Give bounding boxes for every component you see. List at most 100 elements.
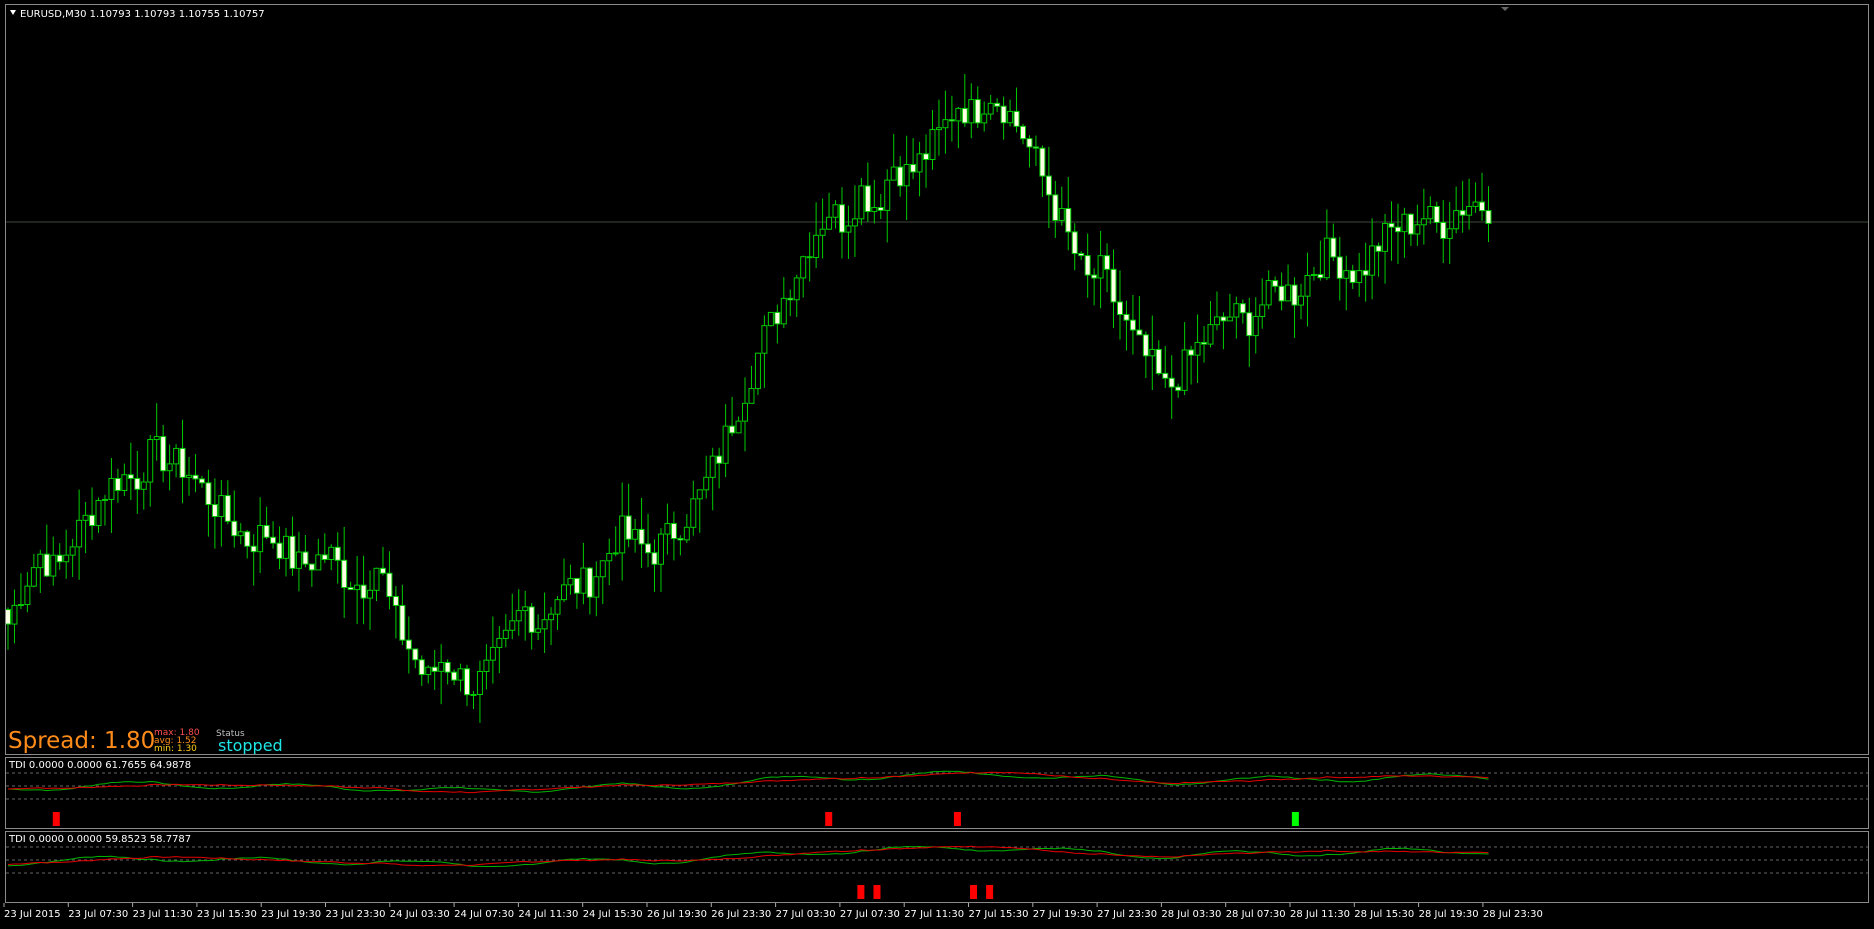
candle [994, 98, 1001, 113]
candle [496, 626, 503, 674]
candle [360, 555, 367, 625]
candle [405, 616, 412, 674]
tdi-indicator-pane-1[interactable]: TDI 0.0000 0.0000 61.7655 64.9878 [5, 757, 1869, 829]
candle [1265, 270, 1272, 310]
candle [218, 479, 225, 547]
candle [742, 377, 749, 452]
candle [263, 506, 270, 540]
time-tick-label: 24 Jul 11:30 [518, 909, 578, 920]
candle [632, 518, 639, 553]
time-tick-label: 28 Jul 23:30 [1483, 909, 1543, 920]
main-chart-pane[interactable]: EURUSD,M30 1.10793 1.10793 1.10755 1.107… [5, 4, 1869, 755]
candle [1084, 233, 1091, 298]
candle [1446, 201, 1453, 265]
candle [1020, 123, 1027, 145]
candle [800, 255, 807, 298]
candle [1356, 252, 1363, 297]
candle [761, 315, 768, 388]
candle [548, 607, 555, 645]
candle [354, 555, 361, 625]
candle [347, 581, 354, 591]
sell-signal-marker [953, 812, 961, 826]
candle [1336, 236, 1343, 301]
chart-title: EURUSD,M30 1.10793 1.10793 1.10755 1.107… [20, 9, 265, 20]
candle [709, 447, 716, 511]
candle [69, 538, 76, 577]
candle [826, 192, 833, 230]
candle [1433, 201, 1440, 233]
candle [276, 526, 283, 570]
candle [1013, 87, 1020, 133]
tdi-chart-2[interactable]: TDI 0.0000 0.0000 59.8523 58.7787 [6, 832, 1869, 903]
tdi-signal-line [7, 771, 1489, 794]
candle [121, 463, 128, 497]
candle [1246, 297, 1253, 367]
candle [502, 614, 509, 648]
candle [24, 572, 31, 613]
candle [1453, 186, 1460, 234]
tdi-chart-1[interactable]: TDI 0.0000 0.0000 61.7655 64.9878 [6, 758, 1869, 829]
candle [1201, 326, 1208, 363]
candle [211, 478, 218, 549]
candle [916, 141, 923, 197]
candle [1181, 322, 1188, 396]
candle [153, 403, 160, 461]
spread-label: Spread: 1.80 [8, 728, 155, 754]
candle [858, 177, 865, 225]
price-chart[interactable]: EURUSD,M30 1.10793 1.10793 1.10755 1.107… [6, 5, 1869, 755]
candle [1239, 299, 1246, 324]
sell-signal-marker [857, 885, 865, 899]
candle [1078, 251, 1085, 260]
candle [1349, 264, 1356, 289]
candle [1298, 283, 1304, 320]
candle [1052, 180, 1059, 238]
candle [489, 616, 496, 684]
sell-signal-marker [873, 885, 881, 899]
candle [412, 648, 419, 669]
chart-collapse-arrow-icon[interactable] [10, 10, 16, 15]
candle [509, 593, 516, 640]
candle [1330, 223, 1337, 261]
status-value: stopped [218, 736, 283, 755]
time-tick-label: 24 Jul 07:30 [454, 909, 514, 920]
candle [386, 551, 393, 610]
candle [1162, 346, 1169, 388]
candle [50, 536, 57, 586]
candle [890, 134, 897, 181]
candle [6, 607, 11, 650]
tdi-rsi-price-line [7, 770, 1489, 793]
candle [819, 198, 826, 259]
candle [470, 690, 477, 709]
candle [1065, 176, 1072, 251]
candle [1323, 209, 1330, 281]
candle [735, 416, 742, 434]
tdi-indicator-pane-2[interactable]: TDI 0.0000 0.0000 59.8523 58.7787 [5, 831, 1869, 903]
candle [56, 543, 63, 570]
candle [1226, 293, 1233, 322]
candle [657, 528, 664, 592]
tdi-title-2: TDI 0.0000 0.0000 59.8523 58.7787 [8, 834, 191, 845]
candle [774, 304, 781, 344]
candle [127, 442, 134, 500]
sell-signal-marker [970, 885, 978, 899]
candle [1026, 135, 1033, 168]
time-tick-label: 23 Jul 19:30 [261, 909, 321, 920]
candle [884, 169, 891, 243]
candle [651, 539, 658, 592]
candle [573, 577, 580, 609]
candle [289, 516, 296, 576]
candle [716, 447, 723, 489]
tdi-signals-1 [52, 812, 1299, 826]
candle [1388, 201, 1395, 261]
candle [580, 542, 587, 605]
candle [1459, 180, 1466, 233]
candle [192, 454, 199, 493]
candle [599, 560, 606, 605]
candle [108, 458, 115, 533]
candle [1188, 345, 1195, 385]
candle [270, 521, 277, 549]
time-tick-label: 28 Jul 11:30 [1290, 909, 1350, 920]
candle [1039, 145, 1046, 198]
candle [864, 162, 871, 222]
candle [140, 472, 147, 510]
